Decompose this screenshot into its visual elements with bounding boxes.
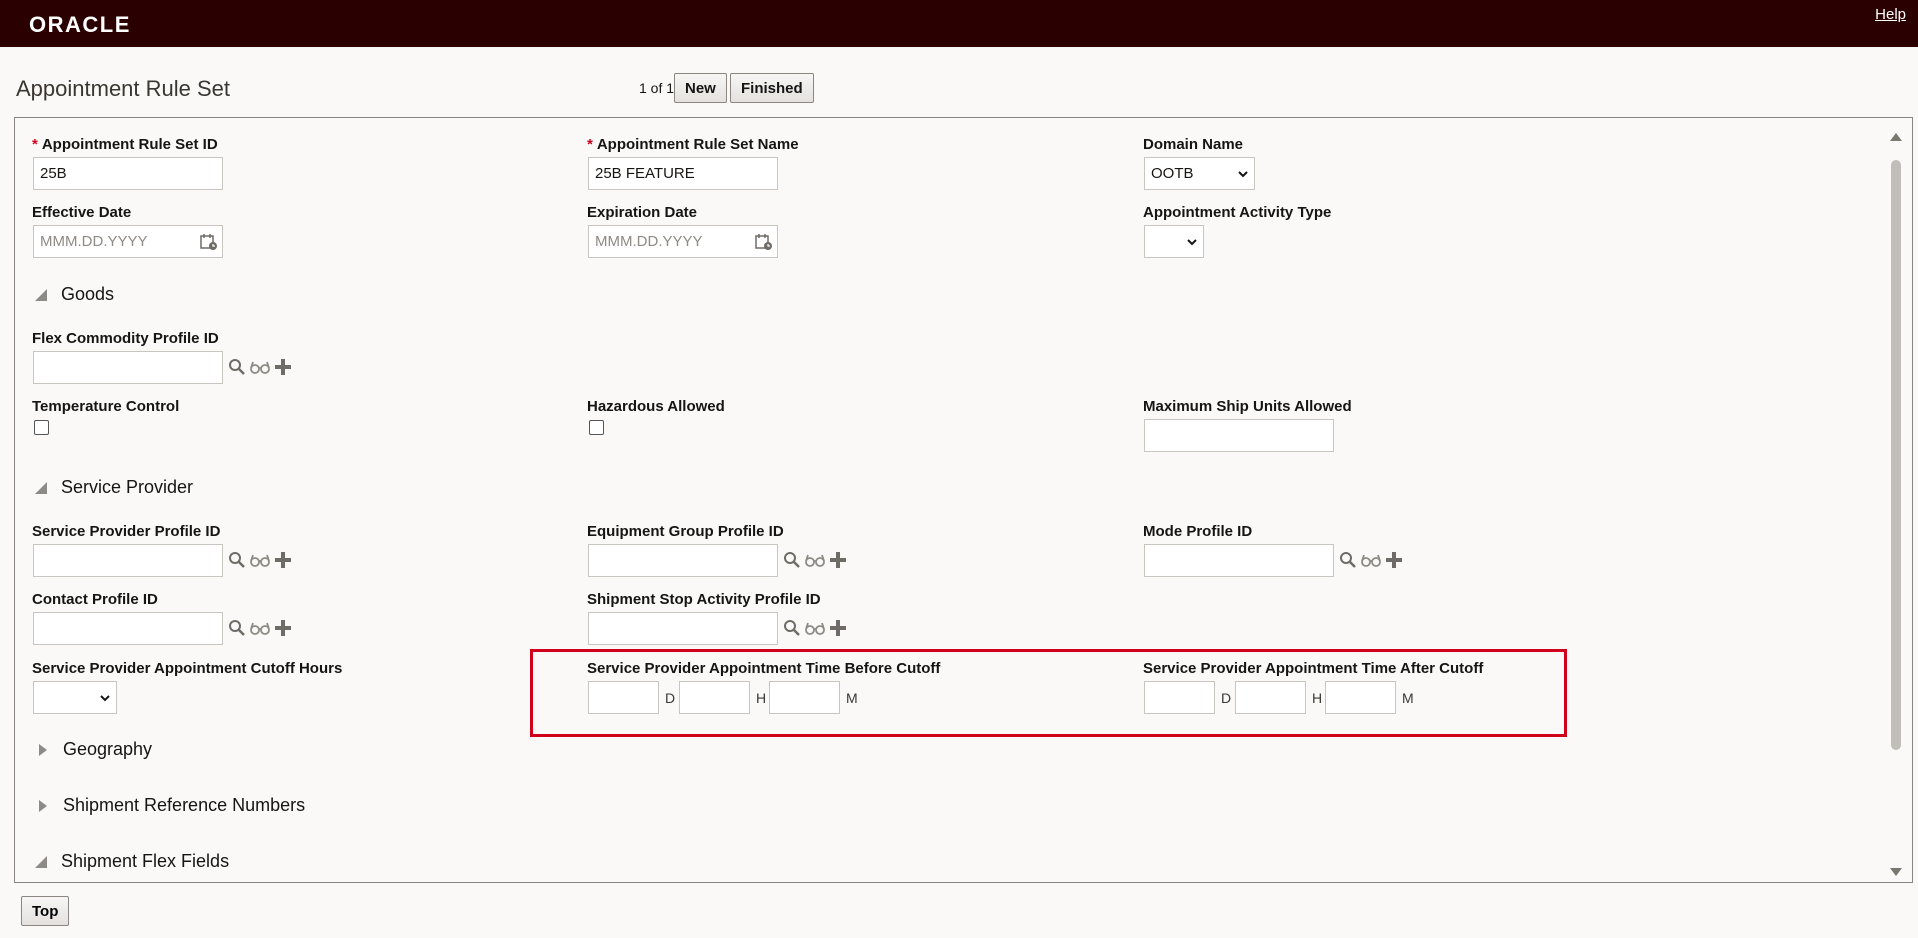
rule-set-name-input[interactable] — [588, 157, 778, 190]
calendar-icon[interactable] — [755, 233, 773, 251]
collapse-triangle-icon — [35, 855, 47, 868]
expand-triangle-icon — [39, 799, 47, 812]
service-provider-section-header[interactable]: Service Provider — [35, 477, 193, 498]
stop-activity-label: Shipment Stop Activity Profile ID — [587, 591, 821, 608]
highlight-box — [530, 649, 1567, 737]
equipment-group-actions — [783, 551, 847, 569]
rule-set-id-input[interactable] — [33, 157, 223, 190]
search-icon[interactable] — [783, 551, 801, 569]
page-title: Appointment Rule Set — [16, 76, 231, 101]
domain-name-label: Domain Name — [1143, 136, 1244, 153]
scroll-down-arrow[interactable] — [1890, 868, 1902, 876]
top-button[interactable]: Top — [21, 896, 70, 926]
goods-section-header[interactable]: Goods — [35, 284, 114, 305]
mode-profile-input[interactable] — [1144, 544, 1334, 577]
help-link[interactable]: Help — [1875, 6, 1906, 23]
cutoff-hours-label: Service Provider Appointment Cutoff Hour… — [32, 660, 343, 677]
expiration-date-label: Expiration Date — [587, 204, 698, 221]
collapse-triangle-icon — [35, 288, 47, 301]
flex-commodity-label: Flex Commodity Profile ID — [32, 330, 219, 347]
view-glasses-icon[interactable] — [1361, 551, 1381, 569]
new-button[interactable]: New — [674, 73, 727, 103]
rule-set-id-label: * Appointment Rule Set ID — [32, 136, 218, 153]
activity-type-select[interactable] — [1144, 225, 1204, 258]
search-icon[interactable] — [228, 619, 246, 637]
calendar-icon[interactable] — [200, 233, 218, 251]
search-icon[interactable] — [783, 619, 801, 637]
effective-date-input[interactable] — [33, 225, 223, 258]
contact-profile-input[interactable] — [33, 612, 223, 645]
mode-profile-actions — [1339, 551, 1403, 569]
flex-commodity-input[interactable] — [33, 351, 223, 384]
temperature-control-checkbox[interactable] — [34, 420, 49, 435]
scrollbar-thumb[interactable] — [1891, 160, 1901, 750]
expiration-date-input[interactable] — [588, 225, 778, 258]
add-icon[interactable] — [829, 551, 847, 569]
max-ship-units-input[interactable] — [1144, 419, 1334, 452]
max-ship-units-label: Maximum Ship Units Allowed — [1143, 398, 1352, 415]
search-icon[interactable] — [228, 551, 246, 569]
stop-activity-input[interactable] — [588, 612, 778, 645]
chevron-down-icon — [1238, 170, 1248, 177]
view-glasses-icon[interactable] — [250, 619, 270, 637]
pager-text: 1 of 1 — [639, 80, 675, 96]
view-glasses-icon[interactable] — [805, 619, 825, 637]
cutoff-hours-select[interactable] — [33, 681, 117, 714]
effective-date-label: Effective Date — [32, 204, 132, 221]
search-icon[interactable] — [1339, 551, 1357, 569]
form-panel: *Appointment Rule Set ID *Appointment Ru… — [14, 117, 1913, 883]
hazardous-allowed-checkbox[interactable] — [589, 420, 604, 435]
add-icon[interactable] — [274, 551, 292, 569]
equipment-group-input[interactable] — [588, 544, 778, 577]
view-glasses-icon[interactable] — [250, 551, 270, 569]
contact-profile-actions — [228, 619, 292, 637]
stop-activity-actions — [783, 619, 847, 637]
view-glasses-icon[interactable] — [250, 358, 270, 376]
shipment-flex-section-header[interactable]: Shipment Flex Fields — [35, 851, 229, 872]
activity-type-label: Appointment Activity Type — [1143, 204, 1332, 221]
flex-commodity-actions — [228, 358, 292, 376]
sp-profile-actions — [228, 551, 292, 569]
finished-button[interactable]: Finished — [730, 73, 814, 103]
temperature-control-label: Temperature Control — [32, 398, 180, 415]
rule-set-name-label: * Appointment Rule Set Name — [587, 136, 799, 153]
shipment-refs-section-header[interactable]: Shipment Reference Numbers — [37, 795, 305, 816]
sp-profile-label: Service Provider Profile ID — [32, 523, 221, 540]
collapse-triangle-icon — [35, 481, 47, 494]
scroll-up-arrow[interactable] — [1890, 133, 1902, 141]
geography-section-header[interactable]: Geography — [37, 739, 152, 760]
equipment-group-label: Equipment Group Profile ID — [587, 523, 784, 540]
add-icon[interactable] — [274, 619, 292, 637]
domain-name-select[interactable]: OOTB — [1144, 157, 1255, 190]
add-icon[interactable] — [829, 619, 847, 637]
oracle-logo: ORACLE — [29, 12, 131, 37]
expand-triangle-icon — [39, 743, 47, 756]
view-glasses-icon[interactable] — [805, 551, 825, 569]
hazardous-allowed-label: Hazardous Allowed — [587, 398, 725, 415]
sp-profile-input[interactable] — [33, 544, 223, 577]
contact-profile-label: Contact Profile ID — [32, 591, 158, 608]
search-icon[interactable] — [228, 358, 246, 376]
mode-profile-label: Mode Profile ID — [1143, 523, 1253, 540]
chevron-down-icon — [100, 694, 110, 701]
top-bar: ORACLE Help — [0, 0, 1918, 47]
chevron-down-icon — [1187, 238, 1197, 245]
add-icon[interactable] — [1385, 551, 1403, 569]
add-icon[interactable] — [274, 358, 292, 376]
